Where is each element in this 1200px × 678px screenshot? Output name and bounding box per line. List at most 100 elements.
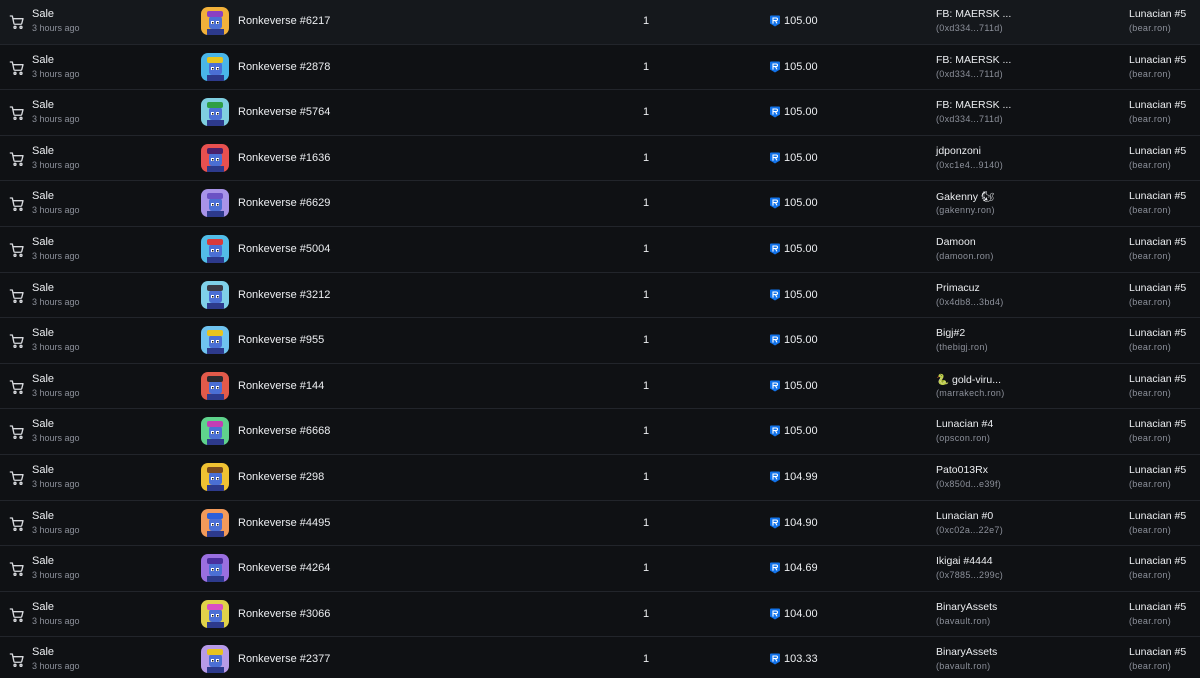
to-address[interactable]: (bear.ron) — [1129, 616, 1171, 626]
from-address[interactable]: (bavault.ron) — [936, 616, 990, 626]
to-user-link[interactable]: Lunacian #5 — [1129, 418, 1186, 430]
from-user-link[interactable]: jdponzoni — [936, 145, 981, 157]
to-address[interactable]: (bear.ron) — [1129, 160, 1171, 170]
to-user-link[interactable]: Lunacian #5 — [1129, 236, 1186, 248]
activity-row[interactable]: Sale 3 hours ago Ronkeverse #6668 1 105.… — [0, 409, 1200, 455]
to-user-link[interactable]: Lunacian #5 — [1129, 327, 1186, 339]
to-address[interactable]: (bear.ron) — [1129, 69, 1171, 79]
to-address[interactable]: (bear.ron) — [1129, 570, 1171, 580]
to-address[interactable]: (bear.ron) — [1129, 114, 1171, 124]
from-address[interactable]: (0xc1e4...9140) — [936, 160, 1003, 170]
from-address[interactable]: (0xd334...711d) — [936, 114, 1003, 124]
activity-row[interactable]: Sale 3 hours ago Ronkeverse #2377 1 103.… — [0, 637, 1200, 678]
nft-name-link[interactable]: Ronkeverse #4495 — [238, 517, 330, 529]
to-user-link[interactable]: Lunacian #5 — [1129, 646, 1186, 658]
to-address[interactable]: (bear.ron) — [1129, 433, 1171, 443]
activity-row[interactable]: Sale 3 hours ago Ronkeverse #144 1 105.0… — [0, 364, 1200, 410]
from-user-link[interactable]: Damoon — [936, 236, 976, 248]
from-user-link[interactable]: BinaryAssets — [936, 601, 997, 613]
nft-name-link[interactable]: Ronkeverse #5764 — [238, 106, 330, 118]
activity-row[interactable]: Sale 3 hours ago Ronkeverse #6217 1 105.… — [0, 0, 1200, 45]
to-address[interactable]: (bear.ron) — [1129, 205, 1171, 215]
from-user-link[interactable]: 🐍 gold-viru... — [936, 373, 1001, 386]
nft-thumbnail[interactable] — [201, 463, 229, 491]
activity-row[interactable]: Sale 3 hours ago Ronkeverse #6629 1 105.… — [0, 181, 1200, 227]
to-address[interactable]: (bear.ron) — [1129, 661, 1171, 671]
nft-name-link[interactable]: Ronkeverse #955 — [238, 334, 324, 346]
activity-row[interactable]: Sale 3 hours ago Ronkeverse #5004 1 105.… — [0, 227, 1200, 273]
to-address[interactable]: (bear.ron) — [1129, 251, 1171, 261]
activity-row[interactable]: Sale 3 hours ago Ronkeverse #3066 1 104.… — [0, 592, 1200, 638]
from-user-link[interactable]: Pato013Rx — [936, 464, 988, 476]
activity-row[interactable]: Sale 3 hours ago Ronkeverse #298 1 104.9… — [0, 455, 1200, 501]
to-user-link[interactable]: Lunacian #5 — [1129, 99, 1186, 111]
to-address[interactable]: (bear.ron) — [1129, 342, 1171, 352]
nft-thumbnail[interactable] — [201, 143, 229, 172]
nft-thumbnail[interactable] — [201, 189, 229, 218]
nft-name-link[interactable]: Ronkeverse #2878 — [238, 61, 330, 73]
to-address[interactable]: (bear.ron) — [1129, 23, 1171, 33]
activity-row[interactable]: Sale 3 hours ago Ronkeverse #4264 1 104.… — [0, 546, 1200, 592]
from-address[interactable]: (opscon.ron) — [936, 433, 990, 443]
from-user-link[interactable]: FB: MAERSK ... — [936, 8, 1011, 20]
activity-row[interactable]: Sale 3 hours ago Ronkeverse #4495 1 104.… — [0, 501, 1200, 547]
nft-name-link[interactable]: Ronkeverse #2377 — [238, 653, 330, 665]
to-user-link[interactable]: Lunacian #5 — [1129, 555, 1186, 567]
to-user-link[interactable]: Lunacian #5 — [1129, 190, 1186, 202]
nft-thumbnail[interactable] — [201, 235, 229, 263]
to-user-link[interactable]: Lunacian #5 — [1129, 282, 1186, 294]
nft-thumbnail[interactable] — [201, 371, 229, 400]
nft-name-link[interactable]: Ronkeverse #6629 — [238, 197, 330, 209]
activity-row[interactable]: Sale 3 hours ago Ronkeverse #955 1 105.0… — [0, 318, 1200, 364]
nft-thumbnail[interactable] — [201, 326, 229, 355]
nft-name-link[interactable]: Ronkeverse #1636 — [238, 152, 330, 164]
to-address[interactable]: (bear.ron) — [1129, 479, 1171, 489]
activity-row[interactable]: Sale 3 hours ago Ronkeverse #3212 1 105.… — [0, 273, 1200, 319]
to-address[interactable]: (bear.ron) — [1129, 388, 1171, 398]
nft-thumbnail[interactable] — [201, 7, 229, 35]
nft-thumbnail[interactable] — [201, 645, 229, 674]
from-address[interactable]: (marrakech.ron) — [936, 388, 1005, 398]
nft-thumbnail[interactable] — [201, 417, 229, 446]
from-user-link[interactable]: Gakenny 🐿 — [936, 190, 994, 203]
to-user-link[interactable]: Lunacian #5 — [1129, 145, 1186, 157]
from-user-link[interactable]: Lunacian #4 — [936, 418, 993, 430]
nft-name-link[interactable]: Ronkeverse #3212 — [238, 289, 330, 301]
to-user-link[interactable]: Lunacian #5 — [1129, 510, 1186, 522]
from-user-link[interactable]: Lunacian #0 — [936, 510, 993, 522]
from-address[interactable]: (thebigj.ron) — [936, 342, 988, 352]
to-user-link[interactable]: Lunacian #5 — [1129, 601, 1186, 613]
from-address[interactable]: (gakenny.ron) — [936, 205, 995, 215]
from-address[interactable]: (0x4db8...3bd4) — [936, 297, 1004, 307]
from-address[interactable]: (0xd334...711d) — [936, 23, 1003, 33]
to-user-link[interactable]: Lunacian #5 — [1129, 464, 1186, 476]
from-address[interactable]: (0xc02a...22e7) — [936, 525, 1003, 535]
nft-thumbnail[interactable] — [201, 554, 229, 583]
nft-name-link[interactable]: Ronkeverse #6217 — [238, 15, 330, 27]
nft-name-link[interactable]: Ronkeverse #144 — [238, 380, 324, 392]
from-address[interactable]: (0x850d...e39f) — [936, 479, 1001, 489]
activity-row[interactable]: Sale 3 hours ago Ronkeverse #1636 1 105.… — [0, 136, 1200, 182]
from-user-link[interactable]: Primacuz — [936, 282, 980, 294]
to-user-link[interactable]: Lunacian #5 — [1129, 8, 1186, 20]
nft-name-link[interactable]: Ronkeverse #4264 — [238, 562, 330, 574]
nft-name-link[interactable]: Ronkeverse #6668 — [238, 425, 330, 437]
from-address[interactable]: (0x7885...299c) — [936, 570, 1003, 580]
nft-thumbnail[interactable] — [201, 52, 229, 81]
to-address[interactable]: (bear.ron) — [1129, 525, 1171, 535]
from-user-link[interactable]: Ikigai #4444 — [936, 555, 993, 567]
from-user-link[interactable]: FB: MAERSK ... — [936, 54, 1011, 66]
nft-name-link[interactable]: Ronkeverse #3066 — [238, 608, 330, 620]
from-address[interactable]: (0xd334...711d) — [936, 69, 1003, 79]
from-user-link[interactable]: BinaryAssets — [936, 646, 997, 658]
to-user-link[interactable]: Lunacian #5 — [1129, 373, 1186, 385]
nft-name-link[interactable]: Ronkeverse #5004 — [238, 243, 330, 255]
nft-thumbnail[interactable] — [201, 508, 229, 537]
nft-name-link[interactable]: Ronkeverse #298 — [238, 471, 324, 483]
from-user-link[interactable]: FB: MAERSK ... — [936, 99, 1011, 111]
from-user-link[interactable]: Bigj#2 — [936, 327, 965, 339]
nft-thumbnail[interactable] — [201, 98, 229, 127]
nft-thumbnail[interactable] — [201, 280, 229, 309]
nft-thumbnail[interactable] — [201, 599, 229, 628]
to-address[interactable]: (bear.ron) — [1129, 297, 1171, 307]
